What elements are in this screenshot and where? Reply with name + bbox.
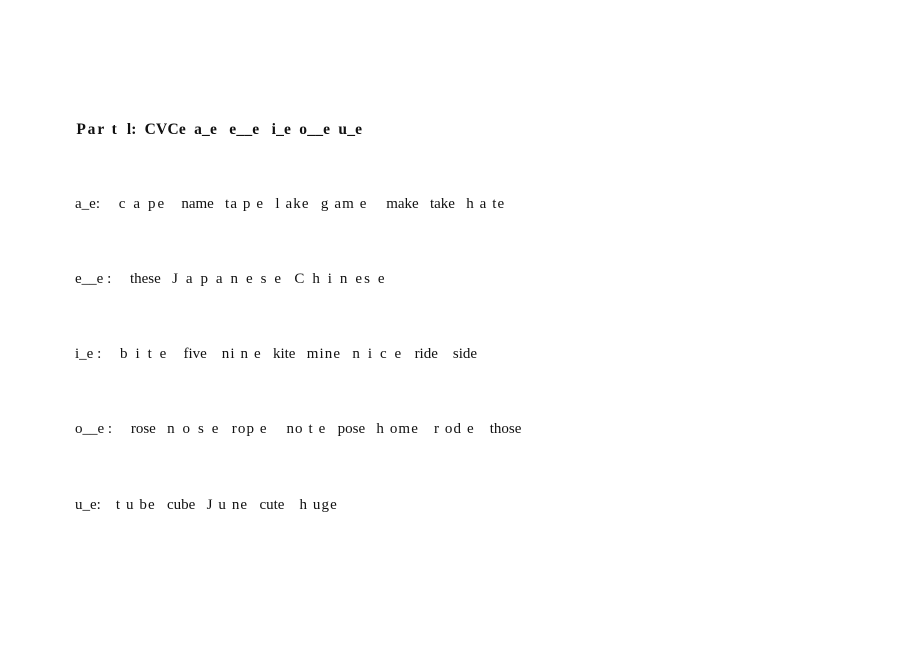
row-3-gap-4 <box>295 346 306 362</box>
row-5-gap-3 <box>248 497 259 513</box>
word-kite: kite <box>272 346 296 362</box>
word-those: those <box>489 421 522 437</box>
row-2-gap-0 <box>111 271 130 287</box>
row-2-gap-2 <box>283 271 294 287</box>
word-five: five <box>183 346 207 362</box>
word-huge: h uge <box>299 497 338 513</box>
row-1-gap-3 <box>264 196 275 212</box>
word-row-a-e: a_e: c a pe name ta p e l ake g am e mak… <box>60 176 505 233</box>
row-3-gap-0 <box>101 346 120 362</box>
word-nine: ni n e <box>221 346 262 362</box>
row-label-u-e: u_e: <box>75 497 101 513</box>
row-3-gap-3 <box>262 346 273 362</box>
title-part-number: l: <box>126 121 137 138</box>
word-rope: rop e <box>231 421 268 437</box>
word-row-e-e: e__e : these J a p a n e s e C h i n es … <box>60 251 387 308</box>
word-cute: cute <box>259 497 285 513</box>
word-game: g am e <box>320 196 368 212</box>
word-tape: ta p e <box>225 196 265 212</box>
row-4-gap-0 <box>112 421 131 437</box>
title-pattern-e-e: e__e <box>229 121 260 138</box>
row-2-gap-1 <box>161 271 172 287</box>
row-4-gap-6 <box>419 421 434 437</box>
row-4-gap-3 <box>268 421 287 437</box>
row-1-gap-4 <box>310 196 321 212</box>
row-label-i-e: i_e : <box>75 346 102 362</box>
word-lake: l ake <box>275 196 310 212</box>
document-page: Par t l: CVCe a_e e__e i_e o__e u_e a_e:… <box>0 0 920 651</box>
title-pattern-o-e: o__e <box>299 121 331 138</box>
page-title: Par t l: CVCe a_e e__e i_e o__e u_e <box>60 101 362 158</box>
word-row-o-e: o__e : rose n o s e rop e no t e pose h … <box>60 401 521 458</box>
word-hate: h a te <box>466 196 506 212</box>
word-row-u-e: u_e: t u be cube J u ne cute h uge <box>60 477 338 534</box>
title-gap-1 <box>119 121 127 138</box>
word-rose: rose <box>130 421 156 437</box>
word-mine: mine <box>306 346 342 362</box>
row-1-gap-6 <box>419 196 430 212</box>
title-part-label: Par t <box>76 121 119 138</box>
word-pose: pose <box>337 421 366 437</box>
row-5-gap-2 <box>195 497 206 513</box>
word-side: side <box>452 346 478 362</box>
title-pattern-u-e: u_e <box>338 121 363 138</box>
row-5-gap-0 <box>101 497 116 513</box>
title-pattern-i-e: i_e <box>271 121 292 138</box>
title-gap-3 <box>186 121 194 138</box>
word-rode: r od e <box>433 421 475 437</box>
row-1-gap-2 <box>214 196 225 212</box>
title-cvce-label: CVCe <box>144 121 186 138</box>
word-name: name <box>181 196 214 212</box>
row-1-gap-7 <box>455 196 466 212</box>
row-3-gap-7 <box>438 346 453 362</box>
row-4-gap-1 <box>156 421 167 437</box>
title-gap-2 <box>137 121 145 138</box>
row-4-gap-4 <box>326 421 337 437</box>
word-cube: cube <box>167 497 196 513</box>
word-bite: b i t e <box>120 346 169 362</box>
row-3-gap-2 <box>207 346 222 362</box>
word-note: no t e <box>286 421 327 437</box>
row-4-gap-7 <box>475 421 490 437</box>
row-5-gap-1 <box>156 497 167 513</box>
word-make: make <box>386 196 419 212</box>
word-take: take <box>429 196 455 212</box>
word-home: h ome <box>376 421 419 437</box>
word-row-i-e: i_e : b i t e five ni n e kite mine n i … <box>60 326 477 383</box>
title-gap-4 <box>217 121 229 138</box>
row-label-a-e: a_e: <box>75 196 100 212</box>
word-tube: t u be <box>115 497 156 513</box>
row-3-gap-6 <box>403 346 414 362</box>
row-5-gap-4 <box>284 497 299 513</box>
row-1-gap-5 <box>367 196 386 212</box>
word-japanese: J a p a n e s e <box>172 271 284 287</box>
title-gap-5 <box>259 121 271 138</box>
word-chinese: C h i n es e <box>294 271 387 287</box>
row-3-gap-5 <box>341 346 352 362</box>
row-label-o-e: o__e : <box>75 421 113 437</box>
word-nice: n i c e <box>352 346 404 362</box>
row-1-gap-1 <box>166 196 181 212</box>
row-4-gap-2 <box>221 421 232 437</box>
row-1-gap-0 <box>100 196 119 212</box>
word-these: these <box>129 271 161 287</box>
row-3-gap-1 <box>168 346 183 362</box>
word-nose: n o s e <box>167 421 221 437</box>
row-label-e-e: e__e : <box>75 271 112 287</box>
word-ride: ride <box>414 346 438 362</box>
word-june: J u ne <box>206 497 249 513</box>
title-pattern-a-e: a_e <box>194 121 218 138</box>
row-4-gap-5 <box>365 421 376 437</box>
word-cape: c a pe <box>118 196 167 212</box>
